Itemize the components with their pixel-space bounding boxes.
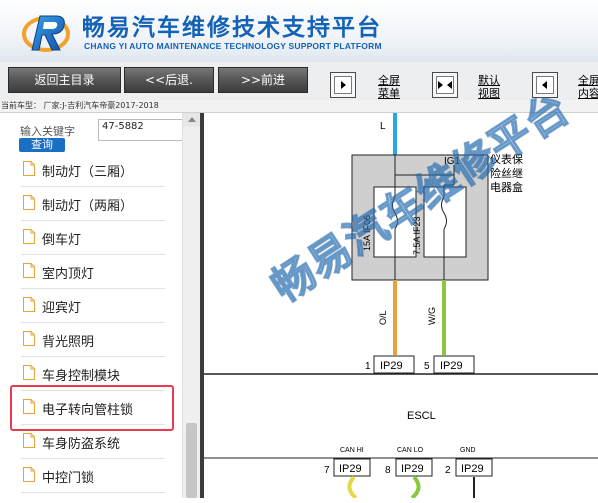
menu-item-backlight[interactable]: 背光照明 <box>21 323 165 357</box>
sidebar-scrollbar[interactable] <box>182 113 200 498</box>
document-icon <box>23 195 35 210</box>
wire-label-left: O/L <box>378 310 388 325</box>
scroll-up-arrow-icon[interactable] <box>183 113 200 127</box>
document-icon <box>23 229 35 244</box>
menu-item-welcome-light[interactable]: 迎宾灯 <box>21 289 165 323</box>
fuse-box-label-3: 电器盒 <box>490 180 523 194</box>
document-icon <box>23 331 35 346</box>
default-view-button[interactable] <box>432 72 458 98</box>
wire-label-right: W/G <box>427 307 437 325</box>
menu-item-central-lock[interactable]: 中控门锁 <box>21 459 165 493</box>
brand-title: 畅易汽车维修技术支持平台 <box>82 15 382 41</box>
menu-item-label: 背光照明 <box>42 335 95 350</box>
pin-2: 2 <box>445 465 451 476</box>
brand-subtitle: CHANG YI AUTO MAINTENANCE TECHNOLOGY SUP… <box>84 41 382 51</box>
pin-8: 8 <box>385 465 391 476</box>
menu-item-brake-light-sedan[interactable]: 制动灯（三厢） <box>21 153 165 187</box>
signal-can-hi: CAN HI <box>340 447 364 454</box>
menu-item-label: 车身控制模块 <box>42 369 121 384</box>
header-banner: 畅易汽车维修技术支持平台 CHANG YI AUTO MAINTENANCE T… <box>0 0 598 63</box>
arrow-right-icon <box>341 81 346 89</box>
menu-item-label: 制动灯（两厢） <box>42 199 134 214</box>
wire-label-top: L <box>380 121 386 132</box>
signal-can-lo: CAN LO <box>397 447 424 454</box>
document-icon <box>23 263 35 278</box>
fullscreen-menu-button[interactable] <box>330 72 356 98</box>
menu-item-dome-light[interactable]: 室内顶灯 <box>21 255 165 289</box>
selected-item-highlight <box>10 385 174 431</box>
forward-button[interactable]: >>前进 <box>218 67 308 93</box>
document-icon <box>23 365 35 380</box>
fullscreen-content-link[interactable]: 全屏 内容 <box>578 74 598 100</box>
home-button[interactable]: 返回主目录 <box>8 67 121 93</box>
fullscreen-menu-link[interactable]: 全屏 菜单 <box>378 74 400 100</box>
menu-item-label: 迎宾灯 <box>42 301 82 316</box>
pin-7: 7 <box>324 465 330 476</box>
default-view-link[interactable]: 默认 视图 <box>478 74 500 100</box>
document-icon <box>23 467 35 482</box>
menu-item-label: 中控门锁 <box>42 471 95 486</box>
connector-ip29-2-label: IP29 <box>461 463 484 475</box>
document-icon <box>23 297 35 312</box>
sidebar: 输入关键字 47-5882 查询 制动灯（三厢） 制动灯（两厢） 倒车灯 室内顶… <box>0 113 200 498</box>
scrollbar-thumb[interactable] <box>186 423 197 498</box>
connector-ip29-1-label: IP29 <box>380 360 403 372</box>
wire-can-lo <box>410 475 421 500</box>
back-button[interactable]: <<后退. <box>124 67 214 93</box>
pin-5: 5 <box>424 361 430 372</box>
menu-item-label: 倒车灯 <box>42 233 82 248</box>
document-icon <box>23 433 35 448</box>
search-button[interactable]: 查询 <box>19 138 65 152</box>
pin-1: 1 <box>365 361 371 372</box>
search-label: 输入关键字 <box>20 125 75 138</box>
menu-item-label: 制动灯（三厢） <box>42 165 134 180</box>
split-arrows-icon <box>438 81 452 89</box>
escl-module-label: ESCL <box>407 410 436 422</box>
connector-ip29-7-label: IP29 <box>339 463 362 475</box>
brand-logo-icon <box>22 15 70 52</box>
connector-ip29-5-label: IP29 <box>440 360 463 372</box>
wire-can-hi <box>347 475 358 500</box>
signal-gnd: GND <box>460 447 476 454</box>
toolbar: 返回主目录 <<后退. >>前进 全屏 菜单 默认 视图 全屏 内容 <box>0 62 598 100</box>
menu-item-reverse-light[interactable]: 倒车灯 <box>21 221 165 255</box>
document-icon <box>23 161 35 176</box>
connector-ip29-8-label: IP29 <box>401 463 424 475</box>
menu-item-brake-light-hatchback[interactable]: 制动灯（两厢） <box>21 187 165 221</box>
menu-item-label: 室内顶灯 <box>42 267 95 282</box>
menu-item-label: 车身防盗系统 <box>42 437 121 452</box>
